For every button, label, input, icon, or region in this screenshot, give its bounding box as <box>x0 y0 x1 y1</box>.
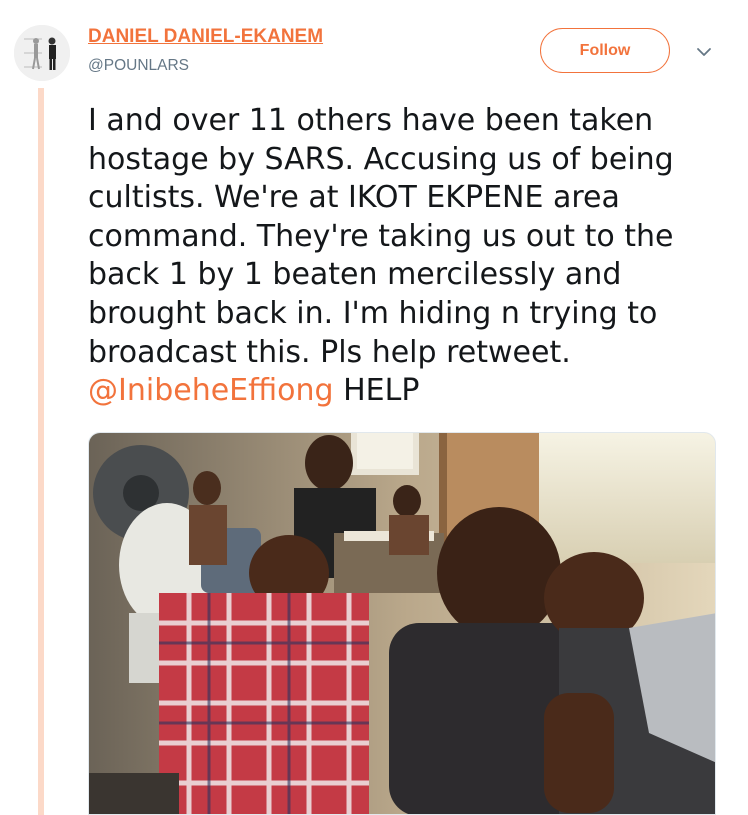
avatar-image <box>14 25 70 81</box>
chevron-down-icon[interactable] <box>694 42 714 62</box>
author-display-name[interactable]: DANIEL DANIEL-EKANEM <box>88 26 323 48</box>
thread-connector-line <box>38 88 44 815</box>
mention-link[interactable]: @InibeheEffiong <box>88 373 334 408</box>
avatar[interactable] <box>14 25 70 81</box>
tweet-text: I and over 11 others have been taken hos… <box>88 102 738 411</box>
author-handle: @POUNLARS <box>88 57 190 74</box>
follow-button-label: Follow <box>579 41 631 59</box>
photo-image <box>89 433 715 814</box>
tweet-body: I and over 11 others have been taken hos… <box>88 103 674 370</box>
tweet-trailing-text: HELP <box>343 373 420 409</box>
tweet-photo[interactable] <box>88 432 716 815</box>
follow-button[interactable]: Follow <box>540 28 670 73</box>
